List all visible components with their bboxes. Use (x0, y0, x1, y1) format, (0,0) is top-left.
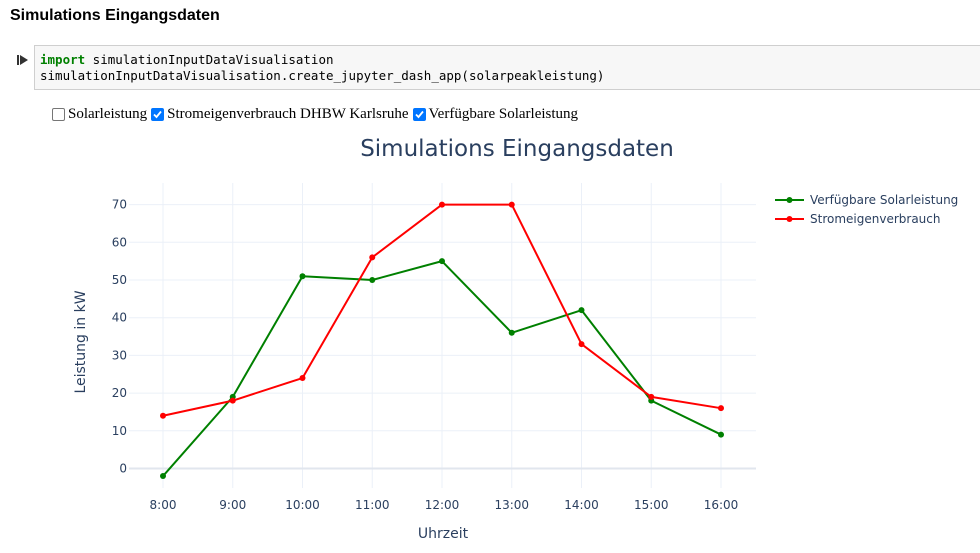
line-chart: 0 10 20 30 40 50 60 70 8:00 9:00 10:00 11:00 12:00 13… (73, 136, 958, 542)
x-axis-label: Uhrzeit (418, 526, 469, 542)
x-tick-label: 8:00 (150, 498, 177, 512)
data-point (439, 201, 445, 208)
x-tick-label: 12:00 (425, 498, 460, 512)
chart-title: Simulations Eingangsdaten (360, 136, 674, 162)
x-tick-label: 13:00 (494, 498, 529, 512)
y-tick-label: 10 (112, 424, 127, 438)
data-point (299, 375, 306, 382)
data-point (578, 341, 585, 348)
legend-label: Stromeigenverbrauch (810, 212, 940, 226)
y-axis-label: Leistung in kW (73, 290, 89, 393)
data-point (508, 329, 515, 336)
y-tick-label: 20 (112, 386, 127, 400)
data-point (718, 431, 724, 438)
data-point (299, 273, 306, 280)
y-tick-label: 50 (112, 273, 127, 287)
data-point (160, 412, 166, 419)
x-tick-label: 14:00 (564, 498, 599, 512)
x-tick-label: 16:00 (704, 498, 739, 512)
legend-label: Verfügbare Solarleistung (810, 193, 958, 207)
data-point (160, 473, 166, 480)
data-point (369, 277, 376, 283)
legend-marker (786, 197, 793, 203)
data-point (718, 405, 724, 412)
legend-marker (786, 216, 793, 222)
y-tick-label: 0 (119, 462, 127, 476)
data-point (439, 258, 445, 265)
y-tick-label: 40 (112, 311, 127, 325)
y-tick-label: 30 (112, 348, 127, 362)
data-point (578, 307, 585, 314)
data-point (229, 397, 236, 404)
y-tick-label: 60 (112, 235, 127, 249)
x-tick-label: 9:00 (219, 498, 246, 512)
x-tick-label: 15:00 (634, 498, 669, 512)
x-tick-label: 11:00 (355, 498, 390, 512)
y-tick-label: 70 (112, 198, 127, 212)
x-tick-label: 10:00 (285, 498, 320, 512)
data-point (648, 393, 655, 400)
data-point (508, 201, 515, 208)
data-point (369, 254, 376, 261)
